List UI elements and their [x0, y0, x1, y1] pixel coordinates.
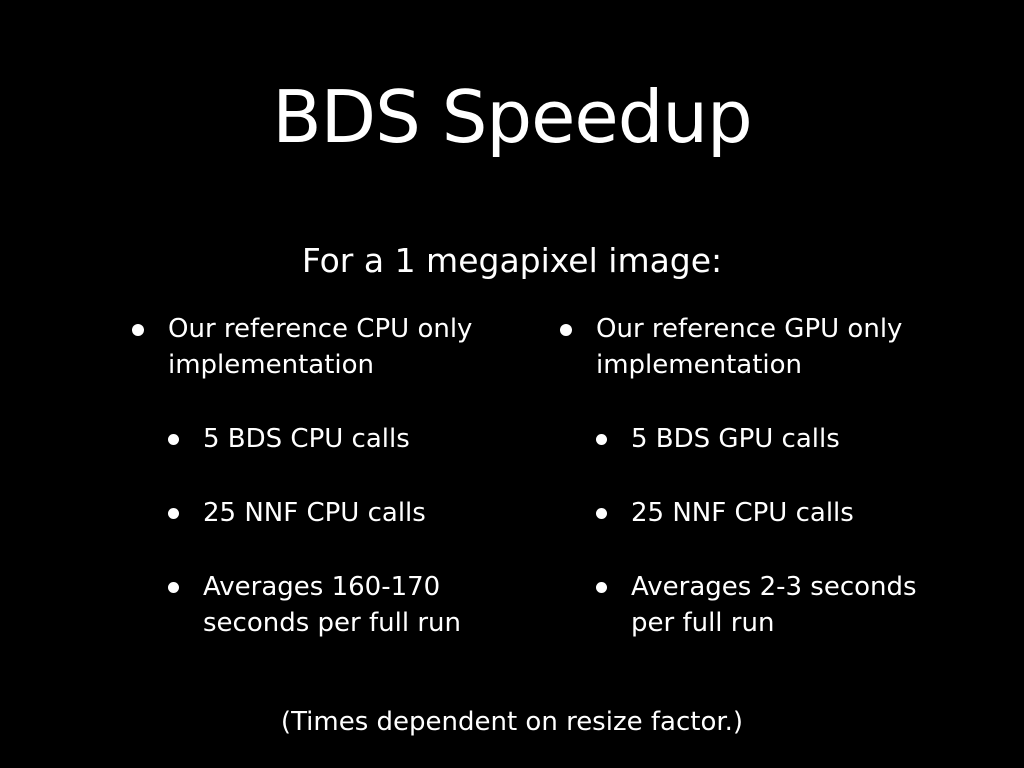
- right-sub-bullet-2: 25 NNF CPU calls: [596, 495, 854, 531]
- right-sub-2-line1: 25 NNF CPU calls: [631, 498, 854, 528]
- slide-subtitle: For a 1 megapixel image:: [301, 241, 723, 280]
- left-sub-3-line1: Averages 160-170: [203, 572, 441, 602]
- bullet-icon: [596, 434, 607, 445]
- right-main-bullet: Our reference GPU only implementation: [560, 311, 903, 383]
- left-main-line2: implementation: [168, 350, 375, 380]
- left-sub-2-line1: 25 NNF CPU calls: [203, 498, 426, 528]
- bullet-icon: [596, 582, 607, 593]
- right-sub-bullet-3: Averages 2-3 seconds per full run: [596, 569, 917, 641]
- right-main-line1: Our reference GPU only: [596, 314, 903, 344]
- right-sub-3-line1: Averages 2-3 seconds: [631, 572, 917, 602]
- left-sub-3-line2: seconds per full run: [203, 608, 461, 638]
- bullet-icon: [132, 324, 144, 336]
- left-main-line1: Our reference CPU only: [168, 314, 473, 344]
- bullet-icon: [596, 508, 607, 519]
- slide-title: BDS Speedup: [272, 75, 752, 159]
- left-sub-1-line1: 5 BDS CPU calls: [203, 424, 410, 454]
- right-sub-1-line1: 5 BDS GPU calls: [631, 424, 840, 454]
- bullet-icon: [168, 508, 179, 519]
- right-sub-bullet-1: 5 BDS GPU calls: [596, 421, 840, 457]
- left-main-bullet: Our reference CPU only implementation: [132, 311, 473, 383]
- footnote: (Times dependent on resize factor.): [280, 707, 744, 737]
- bullet-icon: [168, 434, 179, 445]
- bullet-icon: [560, 324, 572, 336]
- right-sub-3-line2: per full run: [631, 608, 775, 638]
- bullet-icon: [168, 582, 179, 593]
- left-sub-bullet-2: 25 NNF CPU calls: [168, 495, 426, 531]
- left-sub-bullet-3: Averages 160-170 seconds per full run: [168, 569, 461, 641]
- right-main-line2: implementation: [596, 350, 803, 380]
- left-sub-bullet-1: 5 BDS CPU calls: [168, 421, 410, 457]
